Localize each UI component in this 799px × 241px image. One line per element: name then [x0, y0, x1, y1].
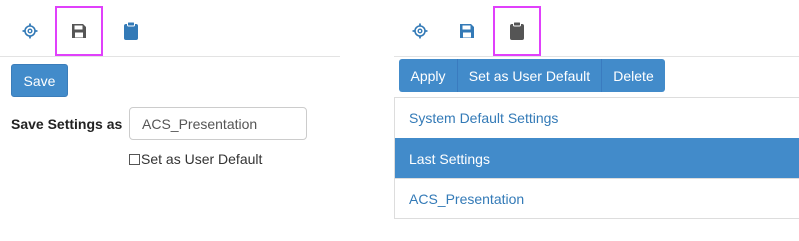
tab-bar-divider	[394, 56, 799, 57]
set-user-default-button[interactable]: Set as User Default	[457, 59, 601, 92]
clipboard-icon	[510, 21, 524, 40]
list-item-label: System Default Settings	[409, 110, 559, 126]
floppy-disk-icon	[460, 24, 474, 38]
apply-button[interactable]: Apply	[399, 59, 457, 92]
user-default-checkbox[interactable]	[129, 153, 140, 165]
settings-action-buttons: Apply Set as User Default Delete	[399, 59, 665, 92]
tab-save[interactable]	[55, 6, 103, 56]
list-item-label: ACS_Presentation	[409, 190, 525, 207]
tab-save[interactable]	[443, 6, 491, 56]
save-as-input[interactable]	[129, 107, 307, 140]
floppy-disk-icon	[72, 24, 86, 38]
tab-general[interactable]	[6, 6, 54, 56]
delete-button[interactable]: Delete	[601, 59, 665, 92]
user-default-checkbox-row[interactable]: Set as User Default	[129, 151, 262, 167]
gear-icon	[22, 23, 38, 39]
save-settings-panel: Save Save Settings as Set as User Defaul…	[0, 0, 345, 241]
list-item-label: Last Settings	[409, 150, 490, 167]
gear-icon	[412, 23, 428, 39]
list-item[interactable]: System Default Settings	[395, 98, 799, 138]
load-panel-tab-bar	[394, 0, 799, 57]
clipboard-icon	[124, 21, 138, 40]
tab-load[interactable]	[107, 6, 155, 56]
list-item-selected[interactable]: Last Settings	[395, 138, 799, 178]
save-button[interactable]: Save	[11, 64, 68, 97]
list-item[interactable]: ACS_Presentation	[395, 178, 799, 218]
tab-bar-divider	[0, 56, 340, 57]
settings-list: System Default Settings Last Settings AC…	[394, 97, 799, 219]
load-settings-panel: Apply Set as User Default Delete System …	[394, 0, 799, 241]
tab-load[interactable]	[493, 6, 541, 56]
tab-general[interactable]	[396, 6, 444, 56]
user-default-checkbox-label: Set as User Default	[141, 151, 263, 167]
save-as-label: Save Settings as	[11, 116, 123, 132]
save-panel-tab-bar	[0, 0, 345, 57]
